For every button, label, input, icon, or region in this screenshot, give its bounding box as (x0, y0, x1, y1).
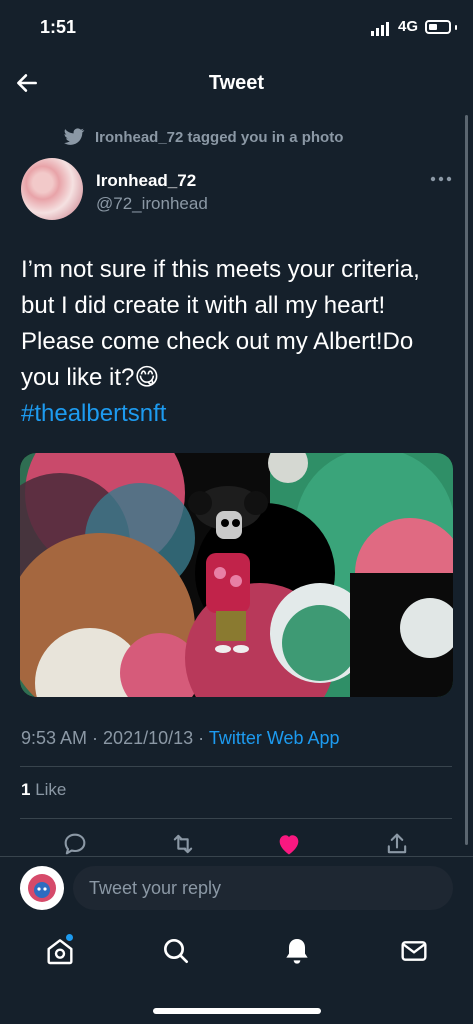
reply-input[interactable] (73, 866, 453, 910)
tweet-time: 9:53 AM (21, 728, 88, 748)
scrollbar[interactable] (465, 115, 468, 845)
heart-icon[interactable] (275, 830, 303, 858)
battery-icon (425, 20, 457, 34)
tweet-meta: 9:53 AM · 2021/10/13 · Twitter Web App (21, 728, 340, 749)
status-time: 1:51 (40, 17, 77, 37)
header-title: Tweet (208, 72, 265, 94)
messages-icon[interactable] (398, 935, 430, 967)
share-icon[interactable] (383, 830, 411, 858)
tweet-photo[interactable] (20, 453, 453, 697)
hashtag-link[interactable]: #thealbertsnft (21, 400, 166, 427)
author-avatar[interactable] (21, 158, 83, 220)
twitter-bird-icon (64, 128, 85, 145)
search-icon[interactable] (160, 935, 192, 967)
social-context: Ironhead_72 tagged you in a photo (63, 126, 343, 148)
divider (20, 766, 452, 767)
tweet-body: I’m not sure if this meets your criteria… (21, 256, 420, 391)
author-handle[interactable]: @72_ironhead (96, 194, 208, 214)
tweet-text: I’m not sure if this meets your criteria… (21, 252, 451, 432)
tweet-source-link[interactable]: Twitter Web App (209, 728, 340, 748)
notification-dot (66, 934, 73, 941)
likes-count: 1 (21, 780, 31, 799)
nft-artwork-image (20, 453, 453, 697)
avatar-face-icon (28, 874, 56, 902)
meta-separator: · (193, 728, 209, 748)
divider (20, 818, 452, 819)
more-options-icon[interactable] (428, 174, 454, 184)
tweet-date: 2021/10/13 (103, 728, 194, 748)
signal-icon (371, 22, 389, 36)
network-type: 4G (398, 18, 419, 35)
notifications-icon[interactable] (281, 935, 313, 967)
home-indicator (153, 1008, 321, 1014)
likes-label: Like (35, 780, 67, 799)
meta-separator: · (87, 728, 104, 748)
author-display-name[interactable]: Ironhead_72 (96, 171, 196, 191)
likes-summary[interactable]: 1 Like (21, 780, 66, 800)
retweet-icon[interactable] (169, 830, 197, 858)
social-context-text: Ironhead_72 tagged you in a photo (95, 128, 344, 146)
reply-icon[interactable] (61, 830, 89, 858)
user-avatar[interactable] (20, 866, 64, 910)
